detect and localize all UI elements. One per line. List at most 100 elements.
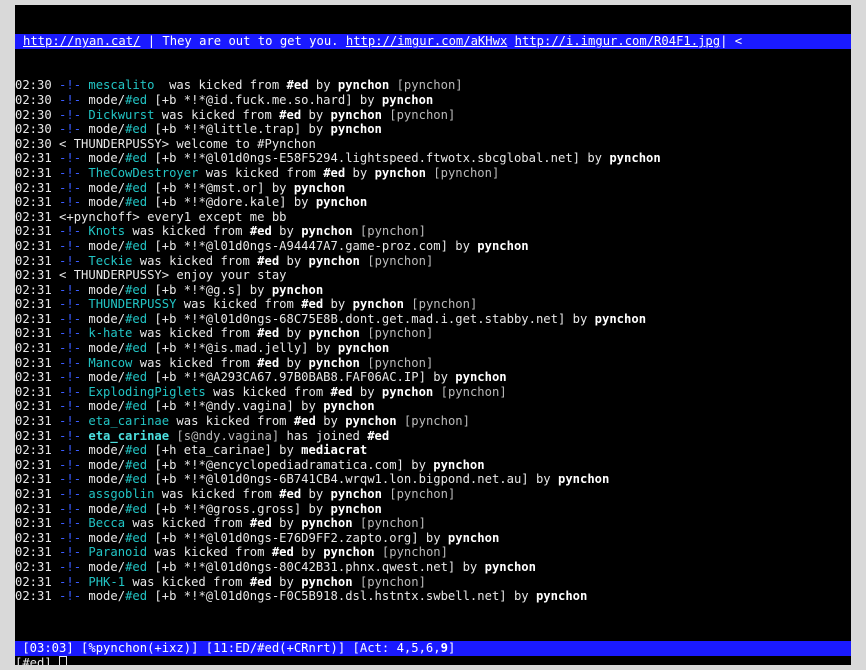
- line-separator: -!-: [51, 414, 89, 429]
- status-bar: [03:03] [%pynchon(+ixz)] [11:ED/#ed(+CRn…: [15, 641, 851, 656]
- chat-line: 02:31 -!- Paranoid was kicked from #ed b…: [15, 545, 851, 560]
- message-text: was kicked from: [154, 107, 280, 122]
- message-text: was kicked from: [132, 253, 258, 268]
- nick-text: Teckie: [88, 253, 133, 268]
- timestamp: 02:31: [15, 559, 52, 574]
- nick-text: #ed: [125, 559, 148, 574]
- chat-line: 02:30 < THUNDERPUSSY> welcome to #Pyncho…: [15, 137, 851, 152]
- bold-text: mediacrat: [301, 443, 368, 458]
- message-text: mode/: [88, 238, 126, 253]
- irc-terminal-window[interactable]: http://nyan.cat/ | They are out to get y…: [15, 5, 851, 665]
- timestamp: 02:31: [15, 282, 52, 297]
- message-text: mode/: [88, 180, 126, 195]
- nick-text: #ed: [125, 501, 148, 516]
- bold-text: pynchon: [374, 165, 426, 180]
- timestamp: 02:31: [15, 224, 52, 239]
- status-time: [03:03]: [15, 641, 74, 655]
- message-text: by: [301, 487, 331, 501]
- timestamp: 02:31: [15, 311, 52, 326]
- message-text: [+b *!*@l01d0ngs-F0C5B918.dsl.hstntx.swb…: [147, 589, 536, 604]
- bold-text: #ed: [279, 487, 302, 501]
- message-text: by: [352, 384, 382, 399]
- message-text: by: [301, 107, 331, 122]
- topic-link-imgur-album[interactable]: http://imgur.com/aKHwx: [346, 34, 507, 48]
- timestamp: 02:31: [15, 180, 52, 195]
- timestamp: 02:31: [15, 268, 52, 283]
- bold-text: #ed: [257, 253, 280, 268]
- line-separator: -!-: [51, 501, 89, 516]
- message-text: [+b *!*@l01d0ngs-E76D9FF2.zapto.org] by: [147, 530, 448, 545]
- chat-line: 02:30 -!- mode/#ed [+b *!*@id.fuck.me.so…: [15, 93, 851, 108]
- topic-link-imgur-image[interactable]: http://i.imgur.com/R04F1.jpg: [515, 34, 720, 48]
- message-text: mode/: [88, 151, 126, 166]
- nick-text: #ed: [125, 589, 148, 604]
- message-text: mode/: [88, 92, 126, 107]
- bold-text: #ed: [249, 516, 272, 531]
- message-text: [+b *!*@ndy.vagina] by: [147, 399, 324, 414]
- line-separator: -!-: [51, 516, 89, 531]
- message-text: was kicked from: [132, 326, 258, 341]
- chat-line: 02:31 -!- mode/#ed [+b *!*@l01d0ngs-A944…: [15, 239, 851, 254]
- timestamp: 02:31: [15, 457, 52, 472]
- line-separator: -!-: [51, 428, 89, 443]
- message-text: [+b *!*@A293CA67.97B0BAB8.FAF06AC.IP] by: [147, 370, 456, 385]
- message-text: [s@ndy.vagina]: [169, 428, 280, 443]
- timestamp: 02:30: [15, 92, 52, 107]
- message-text: mode/: [88, 195, 126, 210]
- message-text: [pynchon]: [403, 297, 478, 312]
- chat-line: 02:31 -!- Knots was kicked from #ed by p…: [15, 224, 851, 239]
- message-text: mode/: [88, 311, 126, 326]
- nick-text: #ed: [125, 472, 148, 487]
- chat-line: 02:31 -!- eta_carinae [s@ndy.vagina] has…: [15, 429, 851, 444]
- message-text: [pynchon]: [359, 326, 434, 341]
- message-text: was kicked from: [154, 78, 287, 93]
- bold-text: pynchon: [381, 384, 434, 399]
- timestamp: 02:31: [15, 384, 52, 399]
- message-text: mode/: [88, 530, 126, 545]
- chat-line: 02:31 <+pynchoff> every1 except me bb: [15, 210, 851, 225]
- message-text: was kicked from: [176, 297, 302, 312]
- input-line[interactable]: [#ed]: [15, 656, 851, 665]
- message-text: was kicked from: [125, 516, 250, 531]
- message-text: [pynchon]: [352, 224, 426, 239]
- line-separator: -!-: [51, 165, 89, 180]
- topic-text: | They are out to get you.: [140, 34, 346, 49]
- line-separator: -!-: [51, 370, 89, 385]
- nick-text: #ed: [125, 443, 148, 458]
- status-act-highlight: 9: [440, 641, 448, 655]
- message-text: was kicked from: [169, 414, 294, 429]
- line-separator: -!-: [51, 253, 89, 268]
- bold-text: pynchon: [330, 501, 382, 516]
- nick-text: mescalito: [88, 78, 155, 93]
- topic-link-nyan[interactable]: http://nyan.cat/: [23, 34, 140, 48]
- message-text: [pynchon]: [381, 487, 456, 501]
- chat-line: 02:31 -!- TheCowDestroyer was kicked fro…: [15, 166, 851, 181]
- bold-text: #ed: [330, 384, 353, 399]
- message-text: by: [279, 326, 309, 341]
- timestamp: 02:31: [15, 530, 52, 545]
- message-text: [+b *!*@mst.or] by: [147, 180, 294, 195]
- nick-text: PHK-1: [88, 574, 126, 589]
- message-text: was kicked from: [147, 545, 272, 560]
- chat-log[interactable]: 02:30 -!- mescalito was kicked from #ed …: [15, 78, 851, 603]
- line-separator: -!-: [51, 151, 89, 166]
- message-text: [+b *!*@encyclopediadramatica.com] by: [147, 457, 434, 472]
- nick-text: assgoblin: [88, 487, 155, 501]
- line-separator: [52, 210, 59, 224]
- bold-text: pynchon: [535, 589, 588, 604]
- message-text: by: [271, 516, 302, 531]
- message-text: [+b *!*@g.s] by: [147, 282, 272, 297]
- timestamp: 02:31: [15, 443, 52, 458]
- bold-text: pynchon: [271, 282, 324, 297]
- chat-line: 02:31 -!- mode/#ed [+b *!*@l01d0ngs-6B74…: [15, 472, 851, 487]
- line-separator: -!-: [51, 238, 89, 253]
- text-cursor[interactable]: [59, 656, 68, 665]
- line-separator: -!-: [51, 399, 89, 414]
- nick-text: TheCowDestroyer: [88, 165, 199, 180]
- message-text: [pynchon]: [433, 384, 507, 399]
- chat-line: 02:31 -!- PHK-1 was kicked from #ed by p…: [15, 575, 851, 590]
- message-text: [+b *!*@is.mad.jelly] by: [147, 341, 338, 356]
- line-separator: -!-: [51, 297, 89, 312]
- message-text: mode/: [88, 399, 126, 414]
- bold-text: pynchon: [301, 224, 353, 239]
